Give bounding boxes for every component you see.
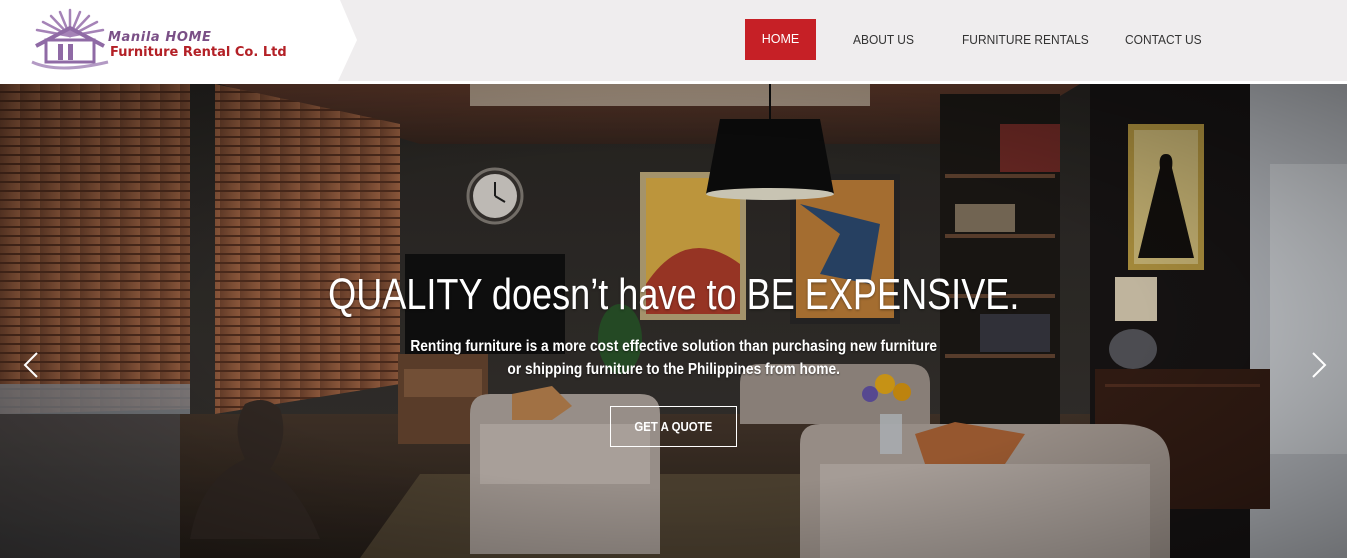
house-sunburst-logo-icon[interactable] [28,6,112,72]
hero-subtitle: Renting furniture is a more cost effecti… [95,335,1253,381]
logo-text-line2[interactable]: Furniture Rental Co. Ltd [110,45,287,60]
nav-contact-us[interactable]: CONTACT US [1125,19,1202,60]
nav-home[interactable]: HOME [745,19,816,60]
slider-prev-button[interactable] [20,350,44,380]
hero-headline: QUALITY doesn’t have to BE EXPENSIVE. [328,270,1020,319]
living-room-background-image [0,84,1347,558]
hero-subtitle-line2: or shipping furniture to the Philippines… [507,361,840,378]
chevron-right-icon [1312,352,1327,378]
logo-text-line1[interactable]: Manila HOME [108,30,212,45]
get-a-quote-button[interactable]: GET A QUOTE [610,406,737,447]
chevron-left-icon [23,352,38,378]
nav-about-us[interactable]: ABOUT US [853,19,914,60]
slider-next-button[interactable] [1306,350,1330,380]
logo-panel: Manila HOME Furniture Rental Co. Ltd [0,0,357,81]
get-a-quote-label: GET A QUOTE [634,419,713,434]
nav-furniture-rentals[interactable]: FURNITURE RENTALS [962,19,1089,60]
hero-slider: QUALITY doesn’t have to BE EXPENSIVE. Re… [0,84,1347,558]
hero-subtitle-line1: Renting furniture is a more cost effecti… [410,338,938,355]
site-header: Manila HOME Furniture Rental Co. Ltd HOM… [0,0,1347,81]
